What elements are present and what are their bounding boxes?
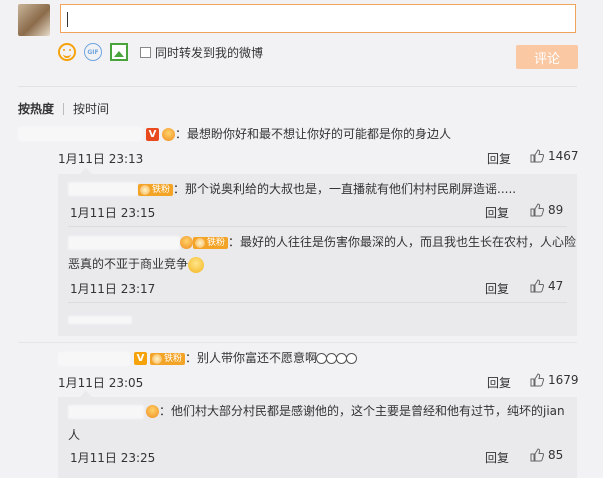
divider [68, 226, 567, 227]
composer-toolbar: GIF 同时转发到我的微博 [58, 42, 263, 62]
like-button[interactable]: 85 [530, 448, 563, 462]
divider [68, 302, 567, 303]
like-button[interactable]: 47 [530, 279, 563, 293]
reply-username-redacted[interactable] [68, 182, 138, 196]
reply-timestamp: 1月11日 23:25 [70, 451, 156, 465]
verified-v-icon: V [146, 128, 159, 141]
medal-icon [180, 236, 193, 249]
like-count: 1679 [548, 373, 579, 387]
image-icon[interactable] [110, 43, 128, 61]
like-button[interactable]: 1679 [530, 373, 579, 387]
thumbs-up-icon [530, 448, 544, 462]
sort-separator [63, 102, 65, 115]
reply-button[interactable]: 回复 [487, 150, 511, 167]
comment-body: V 铁粉 ：别人带你富还不愿意啊 [134, 348, 358, 368]
emoji-icon [346, 353, 358, 364]
sort-bar: 按热度 按时间 [18, 100, 109, 117]
reply-timestamp: 1月11日 23:15 [70, 206, 156, 220]
comment-body: V ：最想盼你好和最不想让你好的可能都是你的身边人 [146, 124, 451, 144]
reply-button[interactable]: 回复 [485, 204, 509, 221]
reply-body: ：他们村大部分村民都是感谢他的，这个主要是曾经和他有过节，纯坏的jian [146, 401, 565, 421]
forward-label: 同时转发到我的微博 [155, 45, 264, 60]
reply-text: ：那个说奥利给的大叔也是，一直播就有他们村村民刷屏造谣..... [173, 182, 517, 196]
thumbs-up-icon [530, 373, 544, 387]
reply-body-continued: 人 [68, 425, 80, 445]
more-replies-link-redacted[interactable] [68, 316, 132, 324]
reply-text: 恶真的不亚于商业竞争 [68, 257, 189, 271]
reply-timestamp: 1月11日 23:17 [70, 282, 156, 296]
text-caret [67, 12, 68, 27]
like-count: 1467 [548, 149, 579, 163]
divider [18, 86, 577, 87]
fan-badge: 铁粉 [193, 236, 229, 249]
comment-text: ：最想盼你好和最不想让你好的可能都是你的身边人 [175, 127, 452, 141]
comment-timestamp: 1月11日 23:05 [58, 376, 144, 390]
like-count: 89 [548, 203, 564, 217]
submit-comment-button[interactable]: 评论 [516, 45, 578, 69]
reply-body: 铁粉 ：最好的人往往是伤害你最深的人，而且我也生长在农村，人心险 [180, 232, 576, 252]
medal-icon [162, 128, 175, 141]
smiley-emoji-icon [188, 256, 205, 273]
reply-panel: ：他们村大部分村民都是感谢他的，这个主要是曾经和他有过节，纯坏的jian 人 1… [58, 397, 577, 478]
reply-text: ：最好的人往往是伤害你最深的人，而且我也生长在农村，人心险 [228, 235, 577, 249]
thumbs-up-icon [530, 279, 544, 293]
like-button[interactable]: 89 [530, 203, 563, 217]
sort-by-hot-tab[interactable]: 按热度 [18, 100, 54, 117]
divider [18, 342, 577, 343]
thumbs-up-icon [530, 149, 544, 163]
reply-username-redacted[interactable] [68, 405, 144, 419]
user-avatar[interactable] [18, 4, 50, 36]
sort-by-time-tab[interactable]: 按时间 [73, 100, 109, 117]
reply-button[interactable]: 回复 [485, 280, 509, 297]
forward-checkbox[interactable] [140, 46, 151, 58]
gif-icon[interactable]: GIF [84, 43, 102, 61]
like-count: 47 [548, 279, 564, 293]
fan-badge: 铁粉 [138, 183, 174, 196]
verified-v-icon: V [134, 352, 147, 365]
reply-body-continued: 恶真的不亚于商业竞争 [68, 254, 205, 274]
reply-username-redacted[interactable] [68, 236, 180, 250]
reply-text: ：他们村大部分村民都是感谢他的，这个主要是曾经和他有过节，纯坏的jian [159, 404, 565, 418]
comment-text: ：别人带你富还不愿意啊 [185, 351, 318, 365]
comment-timestamp: 1月11日 23:13 [58, 152, 144, 166]
comment-input[interactable] [60, 4, 576, 33]
like-count: 85 [548, 448, 564, 462]
reply-button[interactable]: 回复 [485, 449, 509, 466]
fan-badge: 铁粉 [150, 352, 186, 365]
comment-username-redacted[interactable] [18, 127, 142, 141]
reply-button[interactable]: 回复 [487, 374, 511, 391]
medal-icon [146, 405, 159, 418]
reply-text: 人 [68, 428, 81, 442]
thumbs-up-icon [530, 203, 544, 217]
emoji-icon[interactable] [58, 43, 76, 61]
reply-panel: 铁粉 ：那个说奥利给的大叔也是，一直播就有他们村村民刷屏造谣..... 1月11日… [58, 174, 577, 336]
like-button[interactable]: 1467 [530, 149, 579, 163]
comment-username-redacted[interactable] [58, 352, 130, 366]
reply-body: 铁粉 ：那个说奥利给的大叔也是，一直播就有他们村村民刷屏造谣..... [138, 179, 516, 199]
